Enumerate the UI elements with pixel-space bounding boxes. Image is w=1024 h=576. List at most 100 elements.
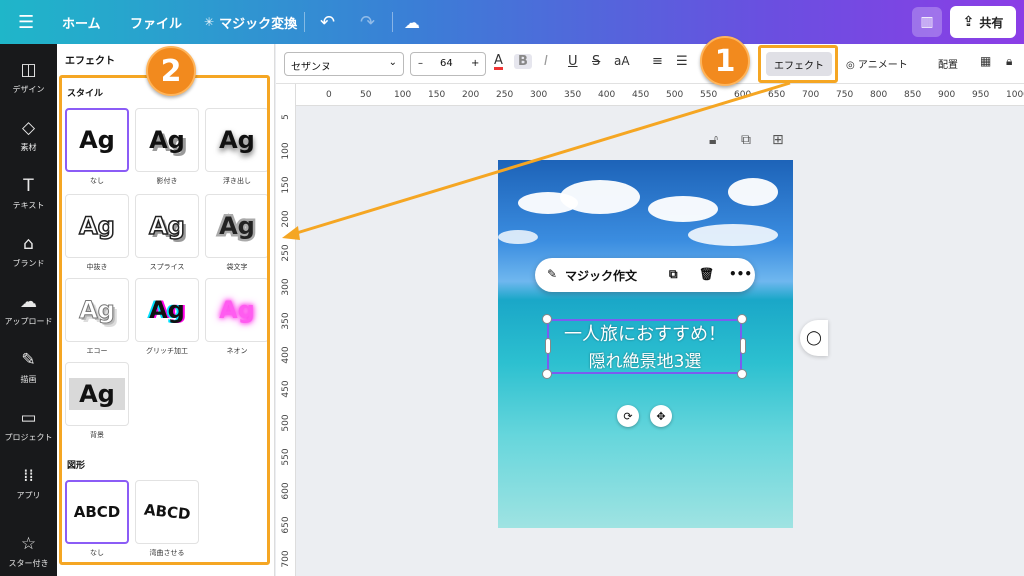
ruler-tick: 100 — [281, 142, 291, 160]
insights-chart-icon[interactable]: ▥ — [912, 7, 942, 37]
share-upload-icon: ⇪ — [962, 14, 975, 30]
rotate-icon[interactable]: ⟳ — [617, 405, 639, 427]
ruler-tick: 250 — [496, 90, 514, 100]
ruler-tick: 500 — [666, 90, 684, 100]
divider — [304, 12, 305, 32]
rail-item-draw[interactable]: ✎ 描画 — [0, 350, 57, 385]
ruler-tick: 700 — [281, 550, 291, 568]
side-handle[interactable] — [545, 338, 551, 354]
font-size-stepper[interactable]: – 64 + — [410, 52, 486, 76]
cloud-saved-icon[interactable]: ☁ — [404, 0, 420, 44]
ruler-tick: 900 — [938, 90, 956, 100]
ruler-tick: 800 — [870, 90, 888, 100]
resize-handle[interactable] — [542, 369, 552, 379]
resize-handle[interactable] — [542, 314, 552, 324]
ruler-tick: 550 — [700, 90, 718, 100]
text-icon: T — [23, 176, 34, 196]
step-badge-2: 2 — [146, 46, 196, 96]
ruler-tick: 500 — [281, 414, 291, 432]
rail-item-starred[interactable]: ☆ スター付き — [0, 534, 57, 569]
lock-icon[interactable]: 🔒︎ — [1006, 54, 1012, 69]
magic-switch-button[interactable]: ✳ マジック変換 — [204, 0, 297, 44]
redo-icon[interactable]: ↷ — [360, 0, 375, 44]
magic-icon: ✳ — [204, 15, 215, 29]
divider — [392, 12, 393, 32]
align-icon[interactable]: ≡ — [652, 54, 663, 69]
rail-item-apps[interactable]: ⁞⁞ アプリ — [0, 466, 57, 501]
magic-write-button[interactable]: マジック作文 — [565, 267, 637, 284]
animate-icon: ◎ — [846, 60, 855, 71]
magic-write-bar: ✎ マジック作文 ⧉ 🗑︎ ••• — [535, 258, 755, 292]
share-button[interactable]: ⇪ 共有 — [950, 6, 1016, 38]
ruler-tick: 550 — [281, 448, 291, 466]
strikethrough-button[interactable]: S — [592, 54, 600, 69]
magic-pen-icon[interactable]: ✎ — [547, 267, 557, 281]
menu-icon[interactable]: ☰ — [18, 0, 34, 44]
brand-icon: ⌂ — [23, 234, 34, 254]
resize-handle[interactable] — [737, 314, 747, 324]
cloud-shape — [498, 230, 538, 244]
resize-handle[interactable] — [737, 369, 747, 379]
ruler-tick: 300 — [281, 278, 291, 296]
increase-size-button[interactable]: + — [471, 58, 479, 69]
rail-item-design[interactable]: ◫ デザイン — [0, 60, 57, 95]
shapes-icon: ◇ — [21, 118, 36, 138]
copy-icon[interactable]: ⧉ — [669, 267, 678, 282]
ruler-tick: 0 — [326, 90, 332, 100]
rail-item-text[interactable]: T テキスト — [0, 176, 57, 211]
cloud-shape — [688, 224, 778, 246]
home-button[interactable]: ホーム — [62, 0, 101, 44]
vertical-ruler: 5 100 150 200 250 300 350 400 450 500 550 600 650 700 — [276, 84, 296, 576]
ruler-tick: 600 — [281, 482, 291, 500]
bold-button[interactable]: B — [514, 54, 532, 69]
layout-icon: ◫ — [20, 60, 37, 80]
font-select[interactable]: セザンヌ ⌄ — [284, 52, 404, 76]
underline-button[interactable]: U — [568, 54, 578, 69]
rail-item-elements[interactable]: ◇ 素材 — [0, 118, 57, 153]
more-options-icon[interactable]: ••• — [729, 267, 752, 281]
add-page-icon[interactable]: ⊞ — [772, 132, 784, 148]
ruler-tick: 100 — [394, 90, 412, 100]
arrange-button[interactable]: 配置 — [938, 56, 958, 71]
ruler-tick: 400 — [281, 346, 291, 364]
italic-button[interactable]: I — [544, 54, 548, 69]
animate-button[interactable]: ◎ アニメート — [846, 56, 908, 71]
ruler-tick: 150 — [281, 176, 291, 194]
ruler-tick: 350 — [564, 90, 582, 100]
ruler-tick: 350 — [281, 312, 291, 330]
rail-item-brand[interactable]: ⌂ ブランド — [0, 234, 57, 269]
step-badge-1: 1 — [700, 36, 750, 86]
ruler-tick: 650 — [768, 90, 786, 100]
rail-item-projects[interactable]: ▭ プロジェクト — [0, 408, 57, 443]
duplicate-page-icon[interactable]: ⧉ — [741, 132, 751, 148]
ruler-tick: 400 — [598, 90, 616, 100]
draw-icon: ✎ — [21, 350, 36, 370]
effects-highlight-box — [758, 45, 838, 83]
animate-label: アニメート — [857, 60, 908, 71]
ruler-tick: 850 — [904, 90, 922, 100]
font-size-value[interactable]: 64 — [440, 58, 453, 69]
comment-icon[interactable]: ◯ — [800, 320, 828, 356]
ruler-tick: 600 — [734, 90, 752, 100]
move-icon[interactable]: ✥ — [650, 405, 672, 427]
horizontal-ruler: 0 50 100 150 200 250 300 350 400 450 500 550 600 650 7… — [296, 84, 1024, 106]
apps-icon: ⁞⁞ — [23, 466, 34, 486]
rail-item-upload[interactable]: ☁ アップロード — [0, 292, 57, 327]
text-color-button[interactable]: A — [494, 54, 503, 70]
upload-icon: ☁ — [20, 292, 37, 312]
share-label: 共有 — [979, 15, 1004, 30]
ruler-tick: 700 — [802, 90, 820, 100]
undo-icon[interactable]: ↶ — [320, 0, 335, 44]
case-button[interactable]: aA — [614, 54, 630, 68]
decrease-size-button[interactable]: – — [418, 58, 423, 69]
star-icon: ☆ — [20, 534, 37, 554]
lock-icon[interactable]: 🔓︎ — [709, 132, 718, 148]
list-icon[interactable]: ☰ — [676, 54, 688, 69]
folder-icon: ▭ — [20, 408, 37, 428]
ruler-tick: 200 — [462, 90, 480, 100]
transparency-icon[interactable]: ▦ — [980, 54, 991, 68]
trash-icon[interactable]: 🗑︎ — [699, 267, 714, 281]
magic-switch-label: マジック変換 — [219, 16, 298, 32]
file-menu[interactable]: ファイル — [130, 0, 182, 44]
side-handle[interactable] — [740, 338, 746, 354]
